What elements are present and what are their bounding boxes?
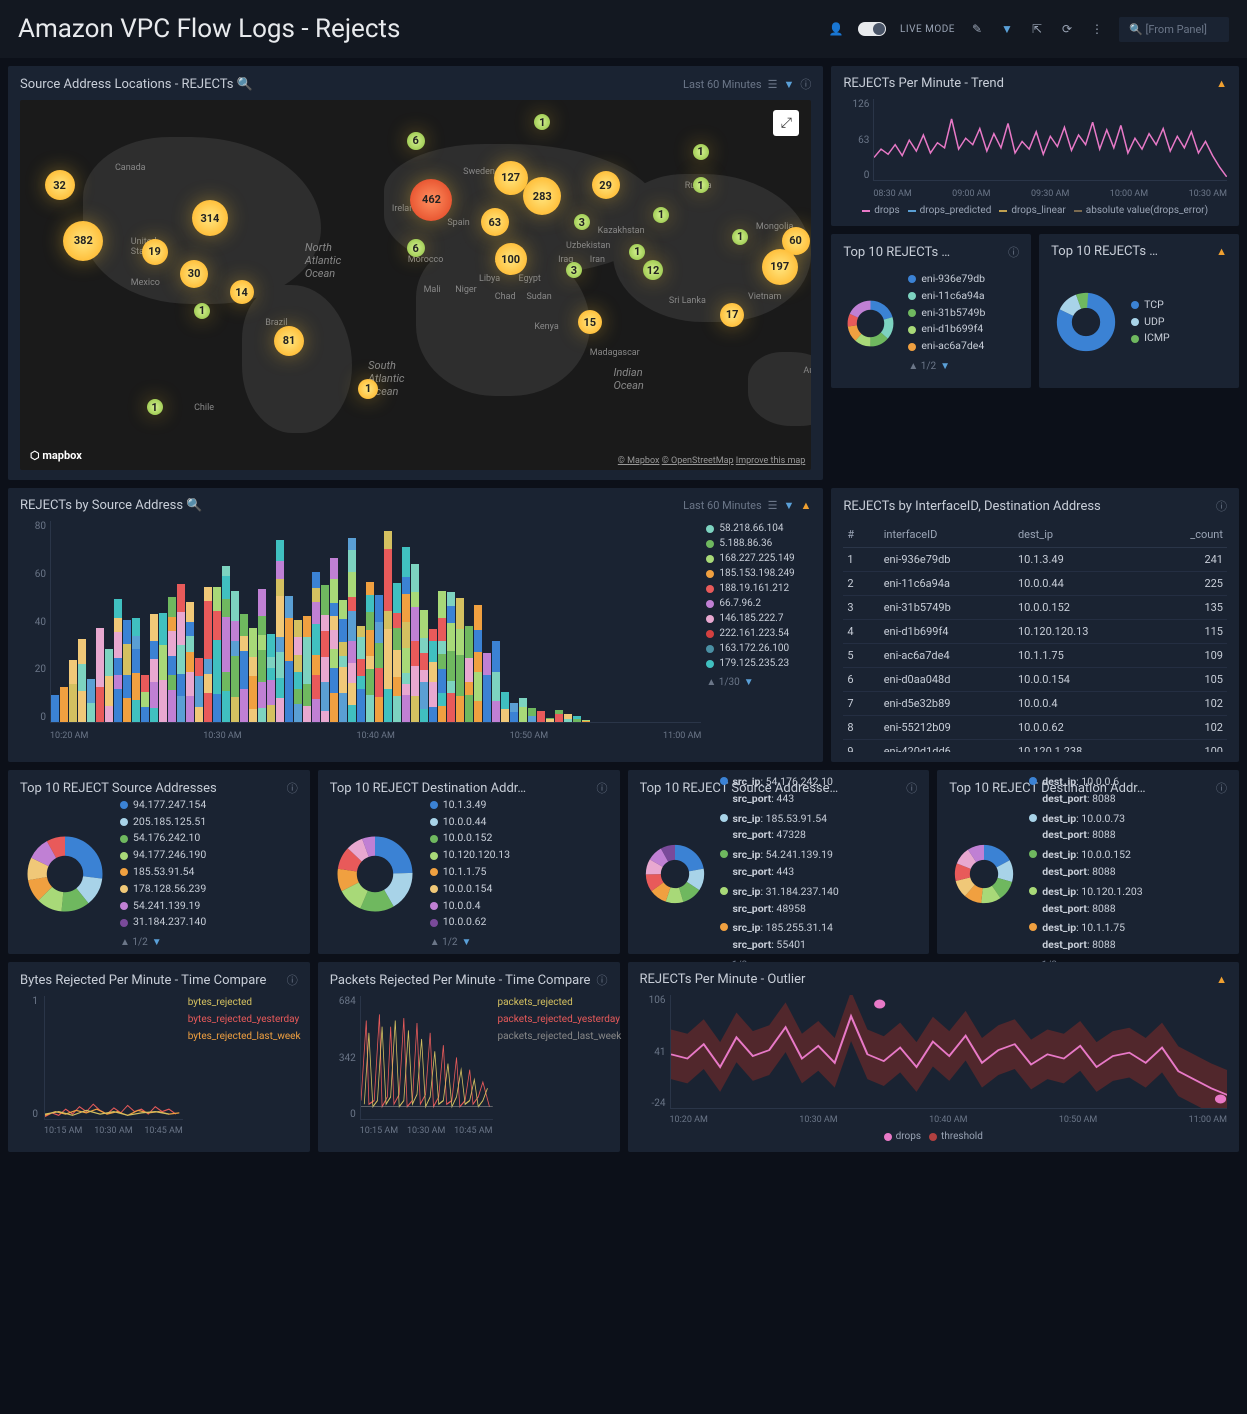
top-src-port-panel: Top 10 REJECT Source Addresse…ⓘ src_ip: … [628,770,930,954]
map-bubble[interactable]: 127 [494,161,528,195]
dst-addr-donut[interactable] [330,829,420,919]
warning-icon[interactable]: ▲ [1216,245,1227,258]
info-icon[interactable]: ⓘ [597,972,608,988]
map-bubble[interactable]: 197 [762,249,798,285]
table-row[interactable]: 3eni-31b5749b10.0.0.152135 [843,596,1227,620]
top-src-addr-panel: Top 10 REJECT Source Addressesⓘ 94.177.2… [8,770,310,954]
top-dst-port-panel: Top 10 REJECT Destination Addr…ⓘ dest_ip… [937,770,1239,954]
table-row[interactable]: 4eni-d1b699f410.120.120.13115 [843,620,1227,644]
map-bubble[interactable]: 1 [693,144,709,160]
filter-icon[interactable]: ▼ [783,78,794,91]
info-icon[interactable]: ⓘ [800,76,811,92]
table-row[interactable]: 9eni-420d1dd610.120.1.238100 [843,740,1227,753]
table-row[interactable]: 6eni-d0aa048d10.0.0.154105 [843,668,1227,692]
map-bubble[interactable]: 1 [194,303,210,319]
map-attribution: © Mapbox © OpenStreetMap Improve this ma… [618,456,806,466]
dst-port-donut[interactable] [949,839,1019,909]
filter-icon[interactable]: ▼ [784,499,795,512]
map-bubble[interactable]: 6 [407,132,425,150]
mapbox-logo: ⬡ mapbox [30,449,82,462]
table-row[interactable]: 8eni-55212b0910.0.0.62102 [843,716,1227,740]
by-iface-panel: REJECTs by InterfaceID, Destination Addr… [831,488,1239,762]
more-icon[interactable]: ⋮ [1089,21,1105,37]
table-row[interactable]: 5eni-ac6a7de410.1.1.75109 [843,644,1227,668]
share-icon[interactable]: ⇱ [1029,21,1045,37]
filter-icon[interactable]: ▼ [999,21,1015,37]
live-toggle[interactable] [858,22,886,36]
top-dst-addr-panel: Top 10 REJECT Destination Addr…ⓘ 10.1.3.… [318,770,620,954]
info-icon[interactable]: ⓘ [597,780,608,796]
outlier-panel: REJECTs Per Minute - Outlier▲ 10641-24 1… [628,962,1240,1152]
bytes-cmp-panel: Bytes Rejected Per Minute - Time Compare… [8,962,310,1152]
top-proto-panel: Top 10 REJECTs …▲ TCPUDPICMP [1039,234,1239,388]
map-bubble[interactable]: 1 [629,244,645,260]
map-bubble[interactable]: 30 [180,260,208,288]
map-bubble[interactable]: 32 [45,170,75,200]
map-panel: Source Address Locations - REJECTs 🔍 Las… [8,66,823,480]
page-title: Amazon VPC Flow Logs - Rejects [18,14,828,44]
warning-icon[interactable]: ▲ [1216,77,1227,90]
map-bubble[interactable]: 382 [63,221,103,261]
expand-icon[interactable]: ⤢ [773,110,799,136]
map-bubble[interactable]: 81 [274,326,304,356]
map-bubble[interactable]: 15 [578,310,602,334]
info-icon[interactable]: ⓘ [287,780,298,796]
search-input[interactable]: 🔍 [From Panel] [1119,17,1229,42]
top-eni-panel: Top 10 REJECTs …ⓘ eni-936e79dbeni-11c6a9… [831,234,1031,388]
proto-donut[interactable] [1051,287,1121,357]
dashboard-header: Amazon VPC Flow Logs - Rejects 👤 LIVE MO… [0,0,1247,58]
map-bubble[interactable]: 100 [495,243,527,275]
warning-icon[interactable]: ▲ [800,499,811,512]
warning-icon[interactable]: ▲ [1216,973,1227,986]
world-map[interactable]: NorthAtlanticOcean SouthAtlanticOcean In… [20,100,811,470]
user-icon[interactable]: 👤 [828,21,844,37]
list-icon[interactable]: ☰ [768,499,778,512]
eni-donut[interactable] [843,296,898,351]
info-icon[interactable]: ⓘ [1216,498,1227,514]
iface-table[interactable]: #interfaceIDdest_ip_count 1eni-936e79db1… [843,522,1227,752]
info-icon[interactable]: ⓘ [1008,244,1019,260]
src-port-donut[interactable] [640,839,710,909]
pkts-cmp-panel: Packets Rejected Per Minute - Time Compa… [318,962,620,1152]
list-icon[interactable]: ☰ [768,78,778,91]
map-bubble[interactable]: 1 [534,114,550,130]
src-addr-donut[interactable] [20,829,110,919]
map-bubble[interactable]: 29 [592,171,620,199]
table-row[interactable]: 2eni-11c6a94a10.0.0.44225 [843,572,1227,596]
map-bubble[interactable]: 1 [653,207,669,223]
edit-icon[interactable]: ✎ [969,21,985,37]
refresh-icon[interactable]: ⟳ [1059,21,1075,37]
map-bubble[interactable]: 3 [574,214,590,230]
map-bubble[interactable]: 1 [147,399,163,415]
map-bubble[interactable]: 1 [358,379,378,399]
map-bubble[interactable]: 1 [732,229,748,245]
map-bubble[interactable]: 1 [693,177,709,193]
by-src-panel: REJECTs by Source Address 🔍 Last 60 Minu… [8,488,823,762]
map-bubble[interactable]: 17 [720,303,744,327]
map-bubble[interactable]: 63 [481,208,509,236]
map-bubble[interactable]: 3 [566,262,582,278]
info-icon[interactable]: ⓘ [287,972,298,988]
map-bubble[interactable]: 19 [142,239,168,265]
map-bubble[interactable]: 6 [407,239,425,257]
table-row[interactable]: 7eni-d5e32b8910.0.0.4102 [843,692,1227,716]
live-label: LIVE MODE [900,24,955,35]
table-row[interactable]: 1eni-936e79db10.1.3.49241 [843,548,1227,572]
trend-panel: REJECTs Per Minute - Trend ▲ 126630 08:3… [831,66,1239,226]
map-bubble[interactable]: 14 [230,280,254,304]
